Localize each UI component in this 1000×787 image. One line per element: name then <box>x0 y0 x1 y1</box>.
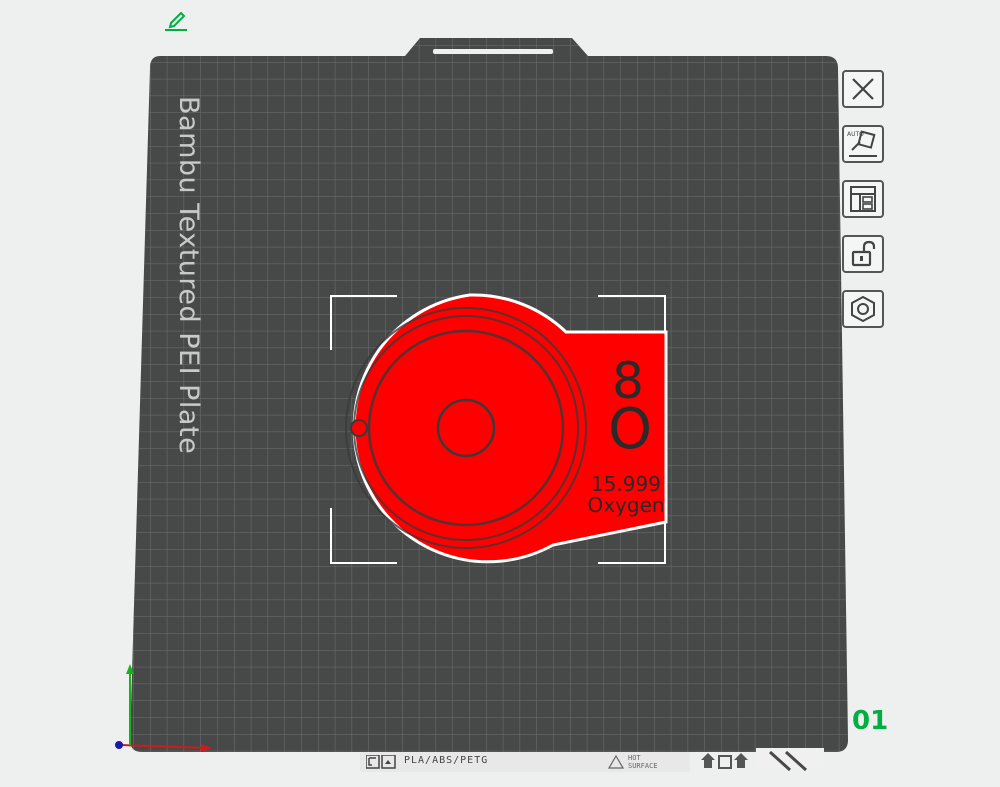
element-tile-model[interactable]: 8 O 15.999 Oxygen <box>345 293 668 564</box>
plate-type-icon <box>366 755 396 769</box>
auto-orient-icon: AUTO <box>847 130 877 157</box>
build-plate-scene[interactable]: 8 O 15.999 Oxygen <box>0 0 1000 787</box>
plate-number-label[interactable]: 01 <box>852 706 888 736</box>
plate-name-wrapper: Bambu Textured PEI Plate <box>173 96 204 526</box>
hot-surface-warning-icon <box>608 755 624 769</box>
close-plate-button[interactable] <box>842 70 884 108</box>
z-axis <box>115 741 123 749</box>
unlock-icon <box>851 240 876 267</box>
filament-types-label: PLA/ABS/PETG <box>404 755 489 766</box>
lock-plate-button[interactable] <box>842 235 884 273</box>
arrange-icon <box>850 186 876 212</box>
plate-corner-notch <box>756 748 824 768</box>
plate-info-bar: PLA/ABS/PETG HOT SURFACE <box>360 752 690 772</box>
hexagon-settings-icon <box>851 295 875 323</box>
hot-surface-label: HOT SURFACE <box>628 754 658 770</box>
plate-name-label: Bambu Textured PEI Plate <box>173 96 204 455</box>
close-icon <box>852 78 874 100</box>
plate-tab-slot <box>433 49 553 54</box>
auto-orient-button[interactable]: AUTO <box>842 125 884 163</box>
pencil-icon[interactable] <box>163 8 189 32</box>
element-name: Oxygen <box>587 493 664 517</box>
element-symbol: O <box>608 397 652 462</box>
plate-settings-button[interactable] <box>842 290 884 328</box>
arrange-button[interactable] <box>842 180 884 218</box>
plate-tray-icons <box>701 753 748 769</box>
electron <box>350 419 368 437</box>
